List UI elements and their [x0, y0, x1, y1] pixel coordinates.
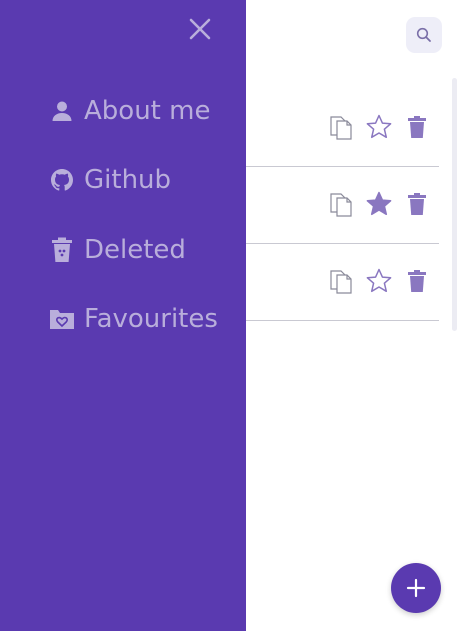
star-outline-icon	[366, 268, 392, 293]
item-actions	[322, 112, 436, 142]
copy-button[interactable]	[322, 112, 360, 142]
copy-button[interactable]	[322, 266, 360, 296]
nav-item-github[interactable]: Github	[48, 163, 171, 197]
star-filled-icon	[366, 191, 392, 216]
search-icon	[416, 27, 431, 42]
app-root: nks	[0, 0, 467, 631]
add-link-button[interactable]	[391, 563, 441, 613]
delete-button[interactable]	[398, 189, 436, 219]
star-outline-icon	[366, 114, 392, 139]
copy-icon	[330, 270, 352, 294]
copy-icon	[330, 116, 352, 140]
nav-item-label: Github	[84, 165, 172, 195]
favourite-button[interactable]	[360, 189, 398, 219]
item-actions	[322, 189, 436, 219]
delete-button[interactable]	[398, 266, 436, 296]
nav-item-favourites[interactable]: Favourites	[48, 302, 218, 336]
github-icon	[48, 166, 76, 194]
trash-can-icon	[48, 236, 76, 264]
close-icon	[189, 18, 211, 40]
nav-item-label: Deleted	[84, 235, 186, 265]
copy-icon	[330, 193, 352, 217]
person-icon	[48, 97, 76, 125]
trash-icon	[408, 116, 426, 138]
delete-button[interactable]	[398, 112, 436, 142]
favourite-button[interactable]	[360, 112, 398, 142]
trash-icon	[408, 270, 426, 292]
nav-item-label: About me	[84, 96, 211, 126]
favourite-button[interactable]	[360, 266, 398, 296]
nav-drawer: About me Github Deleted Favourites	[0, 0, 246, 631]
nav-item-label: Favourites	[84, 304, 218, 334]
trash-icon	[408, 193, 426, 215]
plus-icon	[406, 578, 426, 598]
item-actions	[322, 266, 436, 296]
search-button[interactable]	[406, 17, 442, 53]
copy-button[interactable]	[322, 189, 360, 219]
scrollbar[interactable]	[452, 78, 457, 331]
heart-folder-icon	[48, 305, 76, 333]
close-drawer-button[interactable]	[186, 15, 214, 43]
nav-item-deleted[interactable]: Deleted	[48, 233, 186, 267]
nav-item-about-me[interactable]: About me	[48, 94, 210, 128]
